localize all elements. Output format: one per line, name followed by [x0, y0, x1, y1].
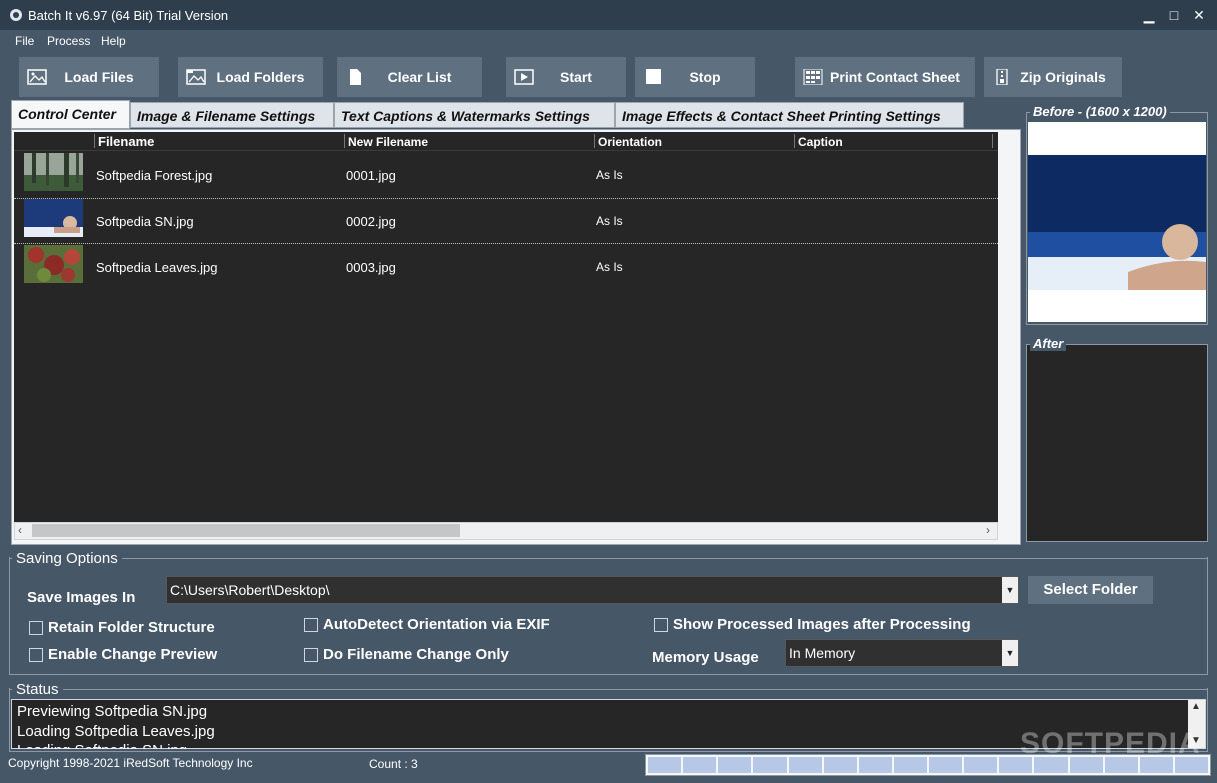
folder-image-icon — [186, 69, 206, 85]
clear-list-button[interactable]: Clear List — [337, 57, 482, 97]
saving-options-border — [9, 558, 1208, 559]
stop-icon — [646, 69, 661, 84]
scroll-up-icon[interactable]: ▲ — [1191, 701, 1201, 712]
cell-filename: Softpedia Leaves.jpg — [96, 260, 218, 275]
column-header-filename[interactable]: Filename — [98, 134, 154, 149]
tab-image-effects-contact-sheet[interactable]: Image Effects & Contact Sheet Printing S… — [615, 102, 964, 128]
copyright-text: Copyright 1998-2021 iRedSoft Technology … — [8, 756, 253, 770]
retain-folder-checkbox[interactable] — [29, 621, 43, 635]
show-processed-label: Show Processed Images after Processing — [673, 616, 971, 633]
cell-orientation: As Is — [596, 168, 623, 182]
play-icon — [514, 69, 534, 85]
progress-segment — [718, 757, 752, 773]
status-title: Status — [12, 681, 63, 698]
menu-bar — [0, 30, 1217, 52]
progress-segment — [893, 757, 927, 773]
zip-originals-button[interactable]: Zip Originals — [984, 57, 1122, 97]
menu-help[interactable]: Help — [101, 34, 126, 48]
progress-segment — [858, 757, 892, 773]
column-separator — [992, 134, 993, 148]
grid-header — [14, 132, 998, 151]
show-processed-checkbox[interactable] — [654, 618, 668, 632]
autodetect-checkbox[interactable] — [304, 618, 318, 632]
before-preview-image — [1028, 122, 1206, 322]
chevron-down-icon[interactable]: ▼ — [1002, 640, 1018, 666]
column-separator — [94, 134, 95, 148]
maximize-button[interactable]: □ — [1163, 5, 1185, 25]
progress-segment — [929, 757, 963, 773]
stop-button[interactable]: Stop — [635, 57, 755, 97]
minimize-button[interactable]: ▁ — [1138, 5, 1160, 25]
progress-segment — [648, 757, 682, 773]
progress-segment — [753, 757, 787, 773]
autodetect-label: AutoDetect Orientation via EXIF — [323, 616, 550, 633]
progress-segment — [823, 757, 857, 773]
cell-filename: Softpedia Forest.jpg — [96, 168, 213, 183]
progress-segment — [683, 757, 717, 773]
document-icon — [350, 69, 361, 85]
column-header-caption[interactable]: Caption — [798, 135, 843, 149]
after-preview-frame — [1026, 344, 1208, 542]
scrollbar-thumb[interactable] — [32, 524, 460, 537]
menu-file[interactable]: File — [15, 34, 34, 48]
tab-image-filename-settings[interactable]: Image & Filename Settings — [130, 102, 334, 128]
menu-process[interactable]: Process — [47, 34, 90, 48]
tab-text-captions-watermarks[interactable]: Text Captions & Watermarks Settings — [334, 102, 615, 128]
column-separator — [344, 134, 345, 148]
chevron-down-icon[interactable]: ▼ — [1002, 577, 1018, 603]
memory-usage-label: Memory Usage — [652, 649, 759, 666]
cell-orientation: As Is — [596, 214, 623, 228]
status-line-1: Previewing Softpedia SN.jpg — [17, 703, 208, 720]
before-preview-title: Before - (1600 x 1200) — [1030, 104, 1170, 119]
cell-new-filename: 0001.jpg — [346, 168, 396, 183]
cell-orientation: As Is — [596, 260, 623, 274]
filename-only-label: Do Filename Change Only — [323, 646, 509, 663]
column-separator — [794, 134, 795, 148]
scroll-left-icon[interactable]: ‹ — [18, 523, 22, 537]
contact-sheet-icon — [803, 69, 823, 85]
save-path-value: C:\Users\Robert\Desktop\ — [170, 582, 330, 598]
zip-icon — [996, 69, 1008, 85]
start-button[interactable]: Start — [506, 57, 626, 97]
memory-usage-select[interactable]: In Memory ▼ — [785, 639, 1019, 667]
scroll-right-icon[interactable]: › — [986, 523, 990, 537]
cell-new-filename: 0003.jpg — [346, 260, 396, 275]
save-path-combo[interactable]: C:\Users\Robert\Desktop\ ▼ — [166, 576, 1019, 604]
status-border — [9, 689, 1208, 690]
load-folders-button[interactable]: Load Folders — [178, 57, 323, 97]
enable-preview-label: Enable Change Preview — [48, 646, 218, 663]
close-button[interactable]: ✕ — [1188, 5, 1210, 25]
saving-options-title: Saving Options — [12, 550, 122, 567]
thumbnail-forest — [24, 153, 83, 191]
enable-preview-checkbox[interactable] — [29, 648, 43, 662]
thumbnail-sn — [24, 199, 83, 237]
column-header-orientation[interactable]: Orientation — [598, 135, 662, 149]
file-count: Count : 3 — [369, 757, 418, 771]
watermark-text: SOFTPEDIA — [1020, 727, 1201, 760]
image-icon — [27, 69, 47, 85]
status-line-3: Loading Softpedia SN.jpg — [17, 743, 187, 749]
retain-folder-label: Retain Folder Structure — [48, 619, 215, 636]
cell-new-filename: 0002.jpg — [346, 214, 396, 229]
progress-segment — [788, 757, 822, 773]
filename-only-checkbox[interactable] — [304, 648, 318, 662]
cell-filename: Softpedia SN.jpg — [96, 214, 194, 229]
tab-control-center[interactable]: Control Center — [11, 100, 130, 129]
memory-usage-value: In Memory — [789, 645, 856, 661]
thumbnail-leaves — [24, 245, 83, 283]
print-contact-sheet-button[interactable]: Print Contact Sheet — [795, 57, 975, 97]
app-icon — [10, 9, 22, 21]
select-folder-button[interactable]: Select Folder — [1028, 576, 1153, 604]
after-preview-title: After — [1030, 336, 1067, 351]
status-line-2: Loading Softpedia Leaves.jpg — [17, 723, 215, 740]
save-images-in-label: Save Images In — [27, 589, 136, 606]
window-title: Batch It v6.97 (64 Bit) Trial Version — [28, 8, 229, 23]
load-files-button[interactable]: Load Files — [19, 57, 159, 97]
column-header-new-filename[interactable]: New Filename — [348, 135, 428, 149]
column-separator — [594, 134, 595, 148]
progress-segment — [964, 757, 998, 773]
